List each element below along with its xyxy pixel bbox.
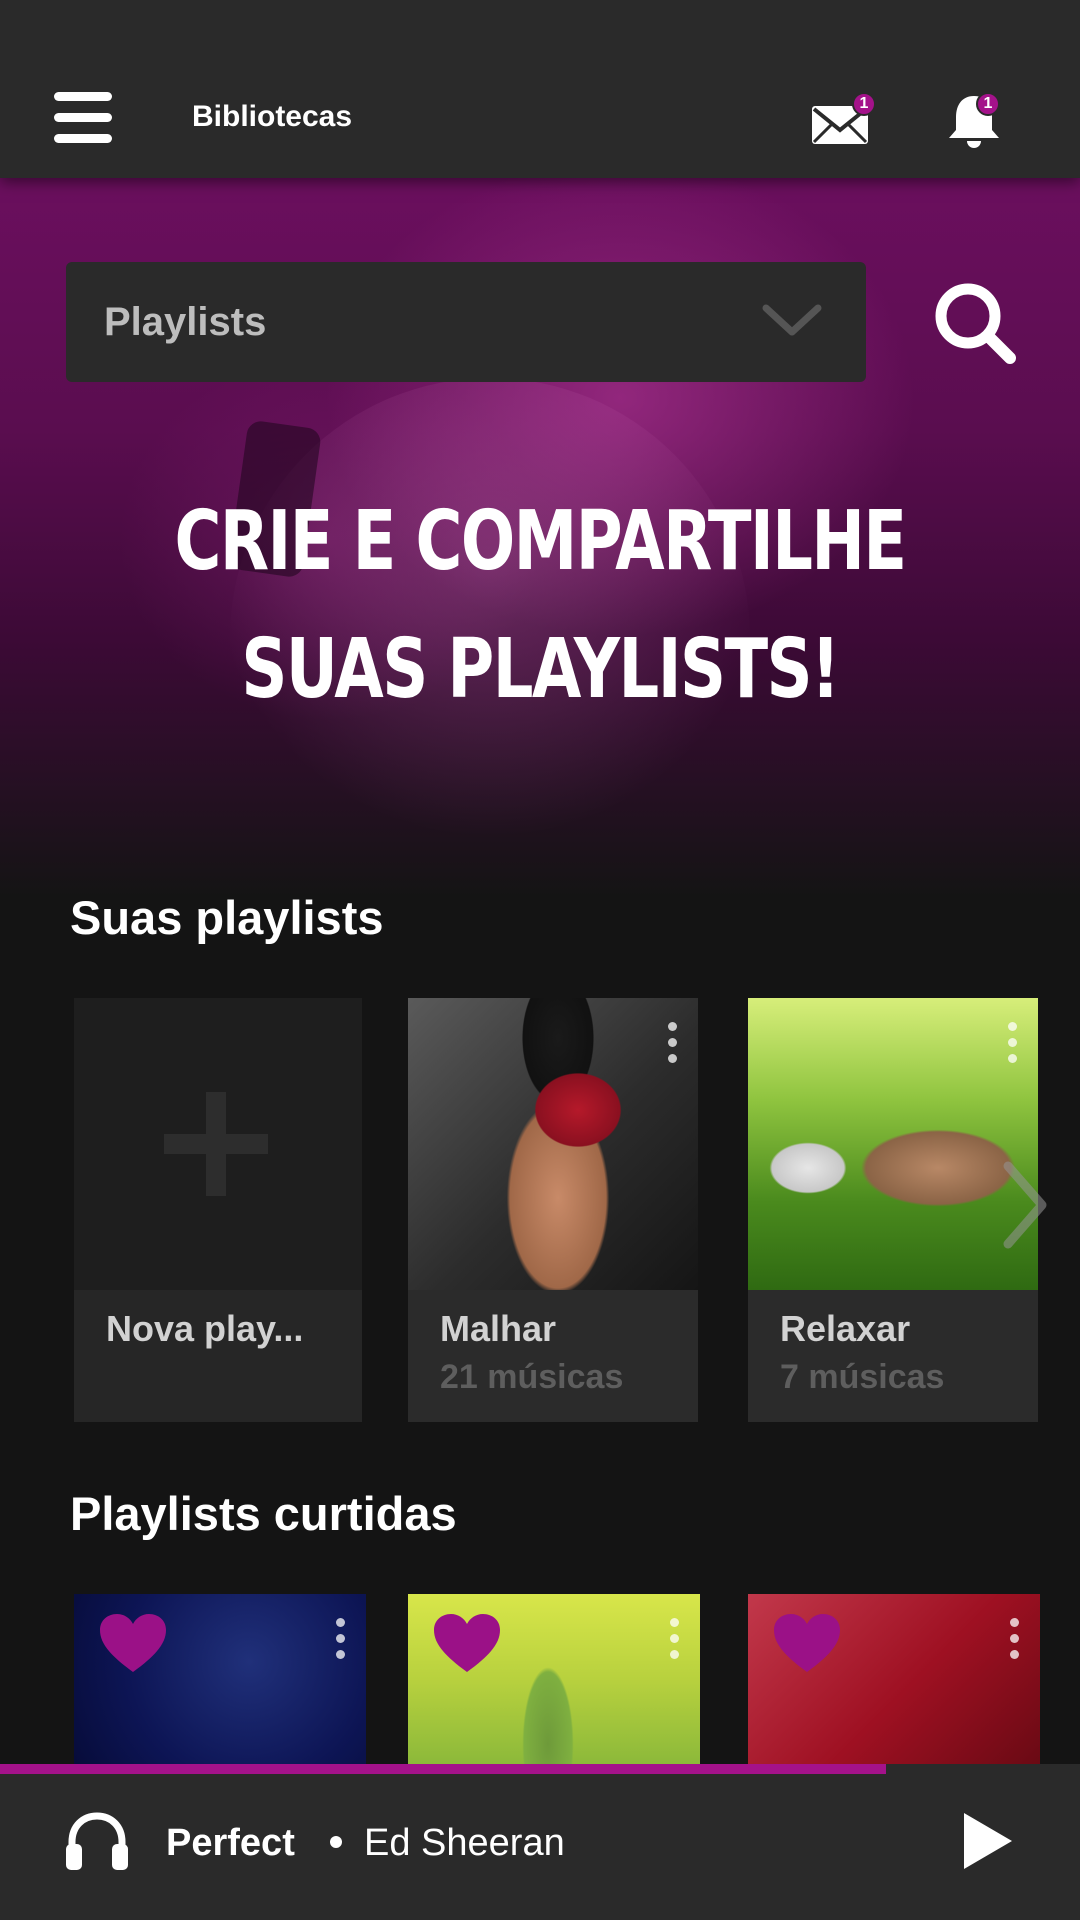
liked-playlist-card[interactable] — [408, 1594, 700, 1764]
playlist-card-relaxar[interactable]: Relaxar 7 músicas — [748, 998, 1038, 1422]
chevron-down-icon — [762, 304, 822, 336]
play-icon[interactable] — [960, 1810, 1016, 1872]
chevron-right-icon[interactable] — [1000, 1160, 1050, 1250]
heart-icon[interactable] — [772, 1612, 842, 1674]
notification-badge: 1 — [976, 92, 1000, 116]
library-type-dropdown[interactable]: Playlists — [66, 262, 866, 382]
new-playlist-card[interactable]: Nova play... — [74, 998, 362, 1422]
playlist-card-malhar[interactable]: Malhar 21 músicas — [408, 998, 698, 1422]
heart-icon[interactable] — [432, 1612, 502, 1674]
separator-dot — [330, 1836, 342, 1848]
playlist-cover — [748, 998, 1038, 1290]
your-playlists-title: Suas playlists — [70, 891, 384, 944]
more-vert-icon[interactable] — [1010, 1618, 1020, 1662]
playlist-track-count: 21 músicas — [440, 1358, 624, 1396]
hero-banner: Playlists Crie e compartilhe suas playli… — [0, 178, 1080, 898]
headphones-icon — [66, 1812, 128, 1870]
now-playing-artist: Ed Sheeran — [364, 1822, 565, 1864]
more-vert-icon[interactable] — [670, 1618, 680, 1662]
more-vert-icon[interactable] — [1008, 1022, 1018, 1066]
heart-icon[interactable] — [98, 1612, 168, 1674]
new-playlist-thumb — [74, 998, 362, 1290]
mail-badge: 1 — [852, 92, 876, 116]
more-vert-icon[interactable] — [336, 1618, 346, 1662]
mini-player[interactable]: Perfect Ed Sheeran — [0, 1766, 1080, 1920]
hero-headline-line2: suas playlists! — [241, 622, 840, 717]
liked-playlists-title: Playlists curtidas — [70, 1487, 457, 1540]
liked-playlist-card[interactable] — [74, 1594, 366, 1764]
playlist-cover — [408, 998, 698, 1290]
playback-progress-fill — [0, 1764, 886, 1774]
hero-headline: Crie e compartilhe suas playlists! — [119, 478, 961, 734]
now-playing-title: Perfect — [166, 1822, 295, 1864]
menu-icon[interactable] — [54, 92, 112, 144]
playlist-name: Malhar — [440, 1308, 557, 1349]
app-bar: Bibliotecas 1 1 — [0, 0, 1080, 178]
playback-progress-bar[interactable] — [0, 1764, 1080, 1774]
hero-headline-line1: Crie e compartilhe — [174, 494, 907, 589]
more-vert-icon[interactable] — [668, 1022, 678, 1066]
playlist-name: Nova play... — [106, 1308, 304, 1349]
search-icon[interactable] — [930, 278, 1020, 368]
dropdown-selected-value: Playlists — [104, 300, 267, 344]
plus-icon — [164, 1092, 268, 1196]
page-title: Bibliotecas — [192, 100, 353, 133]
liked-playlist-card[interactable] — [748, 1594, 1040, 1764]
playlist-name: Relaxar — [780, 1308, 911, 1349]
playlist-track-count: 7 músicas — [780, 1358, 945, 1396]
